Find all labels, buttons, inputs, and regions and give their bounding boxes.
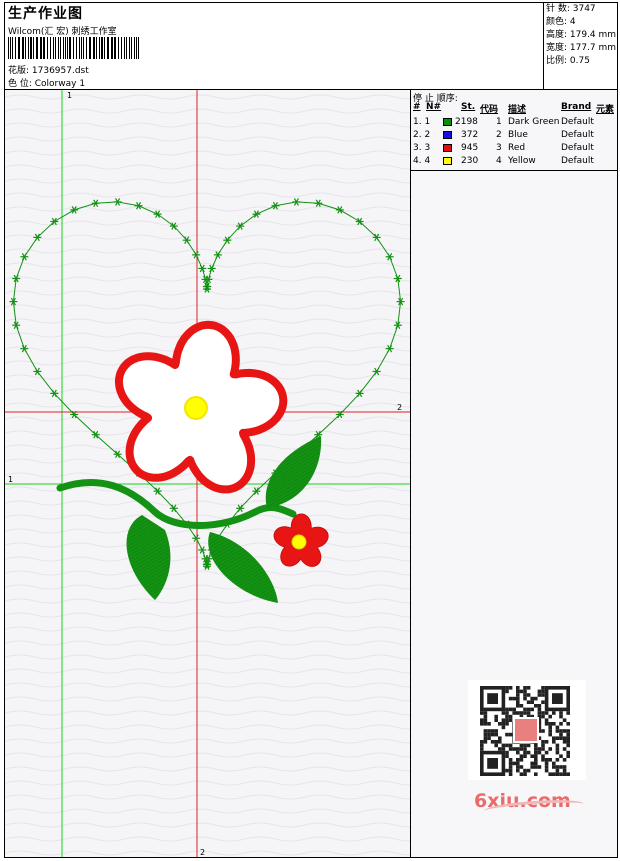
- color-swatch: [443, 157, 452, 165]
- col-code: 代码: [480, 105, 499, 115]
- row-index: 1. 1: [413, 117, 431, 127]
- color-swatch: [443, 144, 452, 152]
- sheet-title: 生产作业图: [8, 6, 83, 22]
- table-row: 3. 3 945 3 Red Default: [411, 142, 617, 155]
- panel-divider: [411, 170, 617, 171]
- col-stitches: St.: [461, 102, 476, 112]
- design-width: 宽度: 177.7 mm: [546, 43, 617, 53]
- row-index: 4. 4: [413, 156, 431, 166]
- sheet-header: 生产作业图 Wilcom(汇 宏) 刺绣工作室 花版: 1736957.dst …: [5, 3, 617, 90]
- guide-label-h-green: 1: [8, 475, 13, 484]
- col-brand: Brand: [561, 102, 592, 112]
- row-index: 2. 2: [413, 130, 431, 140]
- row-description: Dark Green: [508, 117, 560, 127]
- table-row: 2. 2 372 2 Blue Default: [411, 129, 617, 142]
- design-height: 高度: 179.4 mm: [546, 30, 617, 40]
- guide-label-v-green: 1: [67, 91, 72, 100]
- stop-table-header: # N# St. 代码 描述 Brand 元素: [411, 102, 617, 115]
- watermark-site: 6xiu.com: [474, 790, 571, 812]
- col-index: #: [413, 102, 421, 112]
- design-file: 花版: 1736957.dst: [8, 66, 89, 76]
- stitch-count: 针 数: 3747: [546, 4, 596, 14]
- row-code: 2: [496, 130, 502, 140]
- row-brand: Default: [561, 130, 594, 140]
- color-swatch: [443, 118, 452, 126]
- guide-label-h-red: 2: [397, 403, 402, 412]
- row-stitches: 372: [461, 130, 479, 140]
- table-row: 4. 4 230 4 Yellow Default: [411, 155, 617, 168]
- row-brand: Default: [561, 143, 594, 153]
- company-name: Wilcom(汇 宏) 刺绣工作室: [8, 27, 117, 37]
- design-scale: 比例: 0.75: [546, 56, 590, 66]
- row-code: 4: [496, 156, 502, 166]
- row-description: Blue: [508, 130, 528, 140]
- table-row: 1. 1 2198 1 Dark Green Default: [411, 116, 617, 129]
- col-needle: N#: [426, 102, 442, 112]
- barcode: [8, 37, 139, 59]
- row-stitches: 2198: [455, 117, 478, 127]
- col-description: 描述: [508, 105, 527, 115]
- colorway: 色 位: Colorway 1: [8, 79, 86, 89]
- design-canvas: 1 1 2 2: [5, 90, 411, 857]
- guide-label-v-red: 2: [200, 848, 205, 857]
- embroidery-preview: 1 1 2 2: [5, 90, 410, 857]
- row-description: Red: [508, 143, 526, 153]
- qr-code: [468, 680, 586, 780]
- color-count: 颜色: 4: [546, 17, 576, 27]
- row-stitches: 945: [461, 143, 479, 153]
- row-code: 3: [496, 143, 502, 153]
- stats-box: 针 数: 3747 颜色: 4 高度: 179.4 mm 宽度: 177.7 m…: [543, 3, 618, 89]
- row-index: 3. 3: [413, 143, 431, 153]
- row-code: 1: [496, 117, 502, 127]
- row-stitches: 230: [461, 156, 479, 166]
- row-description: Yellow: [508, 156, 536, 166]
- row-brand: Default: [561, 117, 594, 127]
- col-element: 元素: [596, 105, 615, 115]
- row-brand: Default: [561, 156, 594, 166]
- color-swatch: [443, 131, 452, 139]
